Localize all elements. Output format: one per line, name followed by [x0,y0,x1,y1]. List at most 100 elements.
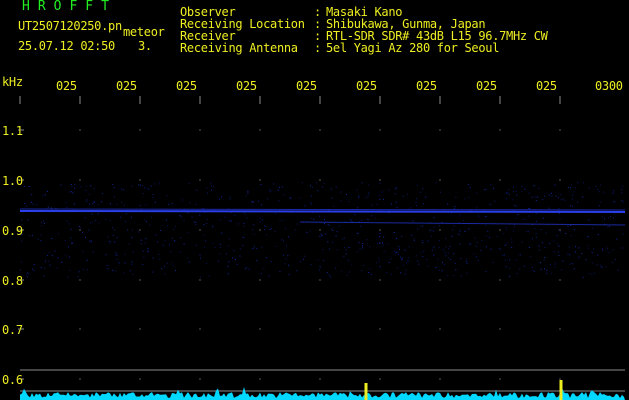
speckle-dot [281,186,283,188]
speckle-dot [152,257,154,259]
speckle-dot [44,194,46,196]
speckle-dot [407,257,409,259]
speckle-dot [578,247,580,249]
speckle-dot [441,270,443,272]
speckle-dot [573,268,575,270]
speckle-dot [469,187,471,188]
speckle-dot [573,191,575,193]
speckle-dot [506,243,508,245]
speckle-dot [343,237,345,239]
speckle-dot [341,239,343,241]
speckle-dot [454,262,456,264]
speckle-dot [538,188,540,189]
speckle-dot [361,220,363,222]
speckle-dot [445,246,447,248]
speckle-dot [164,240,166,242]
speckle-dot [534,228,536,230]
speckle-dot [194,221,196,223]
speckle-dot [444,264,446,266]
speckle-dot [262,219,264,221]
speckle-dot [477,214,479,216]
speckle-dot [115,254,117,256]
speckle-dot [362,243,364,244]
speckle-dot [219,243,221,245]
speckle-dot [506,192,508,194]
speckle-dot [82,231,84,233]
speckle-dot [116,258,118,260]
speckle-dot [386,271,388,273]
speckle-dot [287,236,289,238]
speckle-dot [67,276,69,278]
speckle-dot [43,220,45,222]
speckle-dot [28,235,30,237]
speckle-dot [290,197,292,199]
speckle-dot [396,207,398,209]
speckle-dot [453,275,455,277]
speckle-dot [425,196,427,198]
speckle-dot [158,253,160,255]
speckle-dot [524,218,526,220]
speckle-dot [109,241,111,242]
speckle-dot [340,271,342,273]
speckle-dot [453,225,455,227]
speckle-dot [265,226,267,227]
speckle-dot [415,202,417,204]
speckle-dot [303,258,305,260]
speckle-dot [515,217,517,219]
speckle-dot [152,271,154,273]
speckle-dot [447,275,449,277]
speckle-dot [270,190,272,192]
speckle-dot [44,261,46,263]
speckle-dot [73,203,75,205]
speckle-dot [466,272,468,274]
speckle-dot [622,201,624,203]
speckle-dot [582,276,584,278]
speckle-dot [519,254,521,256]
speckle-dot [391,203,392,205]
speckle-dot [71,242,73,244]
speckle-dot [438,246,440,248]
speckle-dot [116,237,118,239]
speckle-dot [85,190,87,192]
speckle-dot [452,229,453,231]
speckle-dot [116,254,118,256]
speckle-dot [524,265,525,267]
speckle-dot [454,208,455,209]
speckle-dot [404,249,406,251]
speckle-dot [396,251,397,253]
speckle-dot [77,276,79,278]
speckle-dot [212,225,214,227]
speckle-dot [376,242,378,244]
speckle-dot [369,268,371,270]
speckle-dot [486,215,488,217]
speckle-dot [143,193,144,194]
speckle-dot [460,275,462,277]
speckle-dot [67,220,68,222]
speckle-dot [278,200,280,202]
speckle-dot [187,212,189,214]
speckle-dot [465,261,467,262]
speckle-dot [460,258,462,260]
speckle-dot [260,221,262,223]
speckle-dot [554,263,556,265]
speckle-dot [559,231,561,233]
speckle-dot [617,269,619,271]
speckle-dot [266,257,268,259]
speckle-dot [394,252,396,254]
speckle-dot [503,254,505,256]
speckle-dot [142,250,144,252]
speckle-dot [46,255,48,256]
speckle-dot [398,246,400,248]
speckle-dot [234,214,236,216]
speckle-dot [469,243,471,245]
speckle-dot [331,228,333,230]
speckle-dot [420,252,422,254]
speckle-dot [114,270,116,272]
speckle-dot [114,241,116,243]
speckle-dot [65,201,67,203]
speckle-dot [113,229,115,231]
speckle-dot [233,250,235,252]
speckle-dot [591,252,593,253]
speckle-dot [412,220,414,222]
speckle-dot [284,263,286,265]
